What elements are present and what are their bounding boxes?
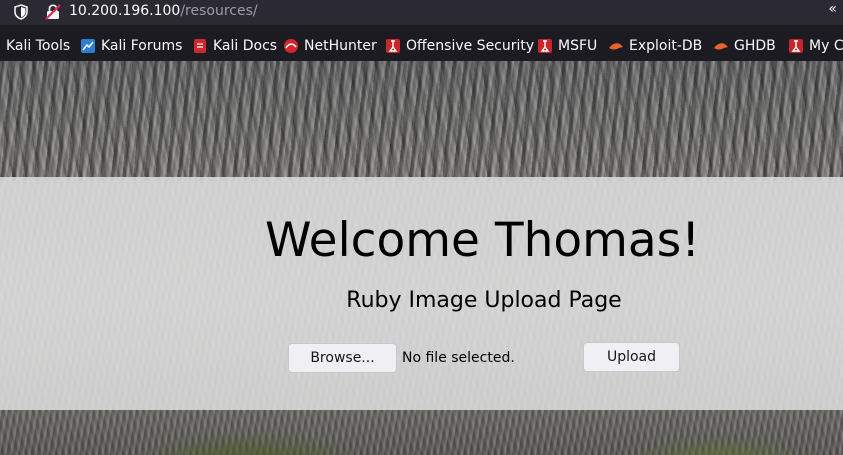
bookmark-my-c[interactable]: My C [788, 37, 843, 55]
offsec-icon [789, 39, 803, 53]
page-content: Welcome Thomas! Ruby Image Upload Page B… [0, 61, 843, 455]
url-text[interactable]: 10.200.196.100/resources/ [69, 2, 258, 20]
browse-button[interactable]: Browse... [288, 343, 397, 373]
insecure-lock-icon[interactable] [44, 3, 62, 21]
bookmark-label: Kali Docs [213, 38, 278, 54]
exploitdb-icon [609, 43, 623, 50]
offsec-icon [538, 39, 552, 53]
cat-background-image [0, 61, 843, 181]
kali-docs-icon [194, 39, 206, 53]
file-status-text: No file selected. [402, 350, 515, 366]
page-title: Welcome Thomas! [264, 213, 701, 268]
bookmark-label: NetHunter [304, 38, 377, 54]
bookmark-msfu[interactable]: MSFU [537, 37, 597, 55]
tracking-shield-icon[interactable] [13, 4, 29, 20]
upload-button[interactable]: Upload [583, 342, 680, 372]
bookmark-label: Exploit-DB [629, 38, 703, 54]
bookmark-label: My C [809, 38, 843, 54]
bookmark-kali-tools[interactable]: Kali Tools [6, 37, 70, 55]
page-subtitle: Ruby Image Upload Page [346, 288, 622, 313]
overflow-chevron-icon[interactable]: « [828, 1, 837, 17]
bookmark-label: Kali Tools [6, 38, 71, 54]
address-bar[interactable]: 10.200.196.100/resources/ « [0, 0, 843, 26]
bookmark-exploit-db[interactable]: Exploit-DB [608, 37, 702, 55]
bookmark-label: Offensive Security [406, 38, 535, 54]
bookmarks-toolbar: Kali Tools Kali Forums Kali Docs NetHunt… [0, 31, 843, 61]
bookmark-nethunter[interactable]: NetHunter [283, 37, 377, 55]
kali-forums-icon [81, 39, 95, 53]
exploitdb-icon [714, 43, 728, 50]
bookmark-label: GHDB [734, 38, 776, 54]
bookmark-kali-docs[interactable]: Kali Docs [192, 37, 277, 55]
offsec-icon [386, 39, 400, 53]
url-host: 10.200.196.100 [69, 3, 181, 19]
bookmark-kali-forums[interactable]: Kali Forums [80, 37, 182, 55]
bookmark-label: Kali Forums [101, 38, 183, 54]
url-path: /resources/ [180, 3, 258, 19]
bookmark-label: MSFU [558, 38, 598, 54]
bookmark-ghdb[interactable]: GHDB [713, 37, 776, 55]
bookmark-offensive-security[interactable]: Offensive Security [385, 37, 534, 55]
nethunter-icon [284, 39, 298, 53]
